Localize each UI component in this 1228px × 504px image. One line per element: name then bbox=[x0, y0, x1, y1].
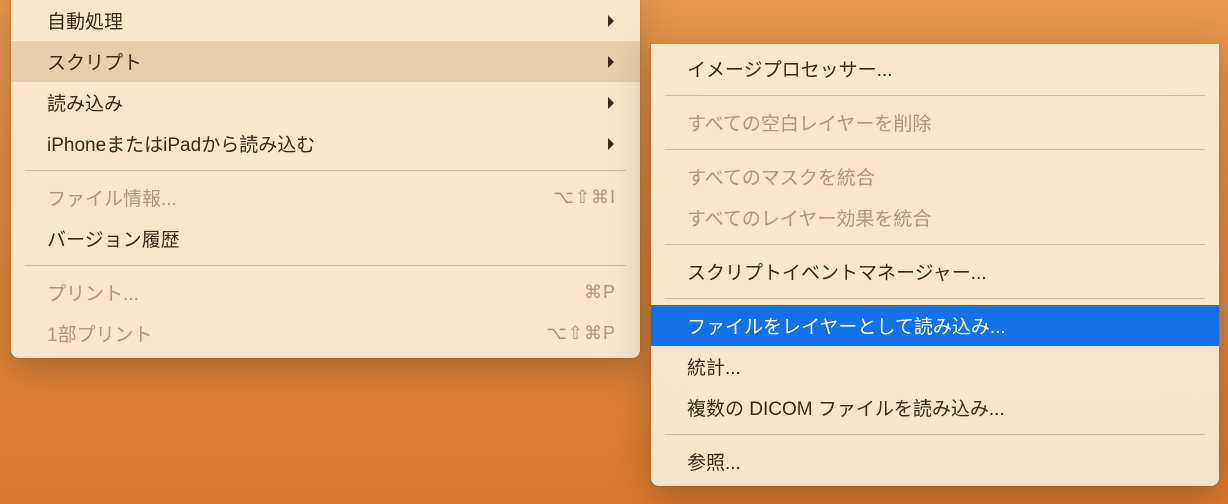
leftMenu-item[interactable]: 自動処理 bbox=[11, 0, 640, 41]
rightMenu-item: すべてのレイヤー効果を統合 bbox=[651, 197, 1219, 238]
menu-separator bbox=[665, 244, 1205, 245]
submenu-chevron-icon bbox=[606, 95, 616, 111]
menu-item-label: 統計... bbox=[687, 353, 1195, 380]
menu-item-label: プリント... bbox=[47, 279, 564, 306]
rightMenu-item[interactable]: 複数の DICOM ファイルを読み込み... bbox=[651, 387, 1219, 428]
rightMenu-item[interactable]: 参照... bbox=[651, 441, 1219, 482]
submenu-chevron-icon bbox=[606, 136, 616, 152]
menu-item-label: バージョン履歴 bbox=[47, 225, 616, 252]
rightMenu-item: すべてのマスクを統合 bbox=[651, 156, 1219, 197]
rightMenu-item[interactable]: イメージプロセッサー... bbox=[651, 48, 1219, 89]
rightMenu-item[interactable]: スクリプトイベントマネージャー... bbox=[651, 251, 1219, 292]
menu-separator bbox=[25, 265, 626, 266]
menu-separator bbox=[665, 149, 1205, 150]
file-menu-section: 自動処理スクリプト読み込みiPhoneまたはiPadから読み込むファイル情報..… bbox=[11, 0, 640, 358]
menu-separator bbox=[25, 170, 626, 171]
keyboard-shortcut: ⌘P bbox=[584, 282, 616, 303]
leftMenu-item: ファイル情報... ⌥⇧⌘I bbox=[11, 177, 640, 218]
menu-item-label: 自動処理 bbox=[47, 7, 586, 34]
menu-item-label: スクリプト bbox=[47, 48, 586, 75]
leftMenu-item[interactable]: iPhoneまたはiPadから読み込む bbox=[11, 123, 640, 164]
menu-item-label: 1部プリント bbox=[47, 320, 526, 347]
menu-item-label: 読み込み bbox=[47, 89, 586, 116]
menu-separator bbox=[665, 434, 1205, 435]
submenu-chevron-icon bbox=[606, 13, 616, 29]
leftMenu-item: プリント... ⌘P bbox=[11, 272, 640, 313]
menu-separator bbox=[665, 95, 1205, 96]
menu-item-label: すべての空白レイヤーを削除 bbox=[687, 109, 1195, 136]
rightMenu-item[interactable]: ファイルをレイヤーとして読み込み... bbox=[651, 305, 1219, 346]
menu-item-label: イメージプロセッサー... bbox=[687, 55, 1195, 82]
submenu-chevron-icon bbox=[606, 54, 616, 70]
leftMenu-item[interactable]: バージョン履歴 bbox=[11, 218, 640, 259]
rightMenu-item[interactable]: 統計... bbox=[651, 346, 1219, 387]
leftMenu-item[interactable]: スクリプト bbox=[11, 41, 640, 82]
menu-item-label: すべてのレイヤー効果を統合 bbox=[687, 204, 1195, 231]
menu-item-label: ファイルをレイヤーとして読み込み... bbox=[687, 312, 1195, 339]
menu-item-label: iPhoneまたはiPadから読み込む bbox=[47, 130, 586, 157]
keyboard-shortcut: ⌥⇧⌘P bbox=[546, 323, 616, 344]
menu-item-label: 参照... bbox=[687, 448, 1195, 475]
rightMenu-item: すべての空白レイヤーを削除 bbox=[651, 102, 1219, 143]
menu-item-label: スクリプトイベントマネージャー... bbox=[687, 258, 1195, 285]
menu-item-label: ファイル情報... bbox=[47, 184, 533, 211]
scripts-submenu: イメージプロセッサー... すべての空白レイヤーを削除すべてのマスクを統合すべての… bbox=[651, 44, 1219, 486]
leftMenu-item[interactable]: 読み込み bbox=[11, 82, 640, 123]
keyboard-shortcut: ⌥⇧⌘I bbox=[553, 187, 616, 208]
leftMenu-item: 1部プリント ⌥⇧⌘P bbox=[11, 313, 640, 354]
menu-item-label: 複数の DICOM ファイルを読み込み... bbox=[687, 394, 1195, 421]
menu-separator bbox=[665, 298, 1205, 299]
menu-item-label: すべてのマスクを統合 bbox=[687, 163, 1195, 190]
